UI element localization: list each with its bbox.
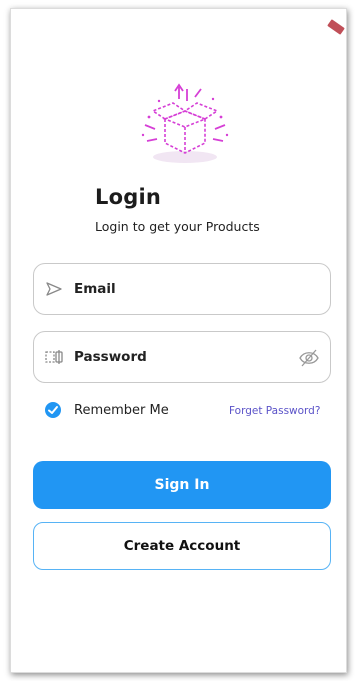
remember-me-label[interactable]: Remember Me (74, 403, 169, 418)
email-field[interactable]: Email (33, 263, 331, 315)
page-subtitle: Login to get your Products (95, 219, 260, 234)
eye-off-icon[interactable] (298, 347, 320, 369)
remember-me-checkbox[interactable] (45, 402, 61, 418)
sign-in-button[interactable]: Sign In (33, 461, 331, 509)
debug-ribbon (327, 19, 345, 35)
create-account-button[interactable]: Create Account (33, 522, 331, 570)
open-box-illustration (141, 83, 229, 163)
email-placeholder: Email (74, 281, 116, 297)
password-field[interactable]: Password (33, 331, 331, 383)
check-icon (48, 406, 58, 414)
forgot-password-link[interactable]: Forget Password? (229, 405, 320, 417)
send-icon (46, 282, 62, 296)
password-icon (45, 350, 63, 364)
login-screen: Login Login to get your Products Email P… (10, 8, 347, 673)
password-placeholder: Password (74, 349, 147, 365)
page-title: Login (95, 185, 161, 209)
